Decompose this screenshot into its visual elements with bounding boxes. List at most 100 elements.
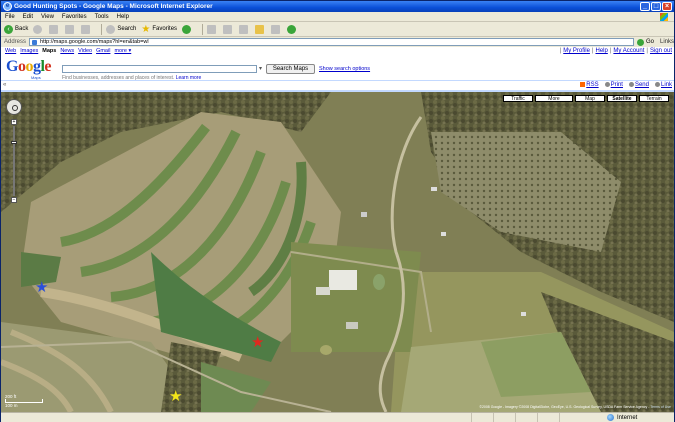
satellite-imagery [1, 92, 674, 412]
folder-icon [255, 24, 265, 34]
favorites-button[interactable]: ★ Favorites [141, 23, 177, 35]
terms-of-use-link[interactable]: Terms of Use [650, 405, 671, 409]
map-marker-blue-star[interactable]: ★ [35, 280, 48, 295]
toolbar-divider [202, 23, 204, 35]
title-bar[interactable]: e Good Hunting Spots - Google Maps - Mic… [1, 1, 674, 12]
print-button[interactable] [223, 24, 234, 34]
status-cells [471, 413, 581, 422]
my-profile-link[interactable]: My Profile [563, 48, 590, 54]
address-bar: Address http://maps.google.com/maps?hl=e… [1, 37, 674, 47]
gbar-web[interactable]: Web [5, 48, 16, 54]
messenger-button[interactable] [287, 24, 298, 34]
history-button[interactable] [182, 24, 193, 34]
link-icon [654, 82, 660, 87]
security-zone: Internet [607, 414, 637, 421]
terrain-button[interactable]: Terrain [639, 95, 669, 102]
map-marker-yellow-star[interactable]: ★ [169, 389, 182, 404]
forward-arrow-icon [33, 24, 43, 34]
link-link[interactable]: Link [654, 82, 672, 88]
map-button[interactable]: Map [575, 95, 605, 102]
help-link[interactable]: Help [595, 48, 607, 54]
messenger-icon [287, 24, 297, 34]
favorites-star-icon: ★ [141, 23, 151, 35]
home-icon [81, 24, 91, 34]
sign-out-link[interactable]: Sign out [650, 48, 672, 54]
print-icon [604, 82, 610, 87]
zoom-in-button[interactable]: + [11, 119, 17, 125]
zoom-slider[interactable] [11, 126, 17, 196]
edit-icon [239, 24, 249, 34]
search-input[interactable] [62, 65, 257, 73]
user-links: | My Profile | Help | My Account | Sign out [559, 48, 672, 54]
refresh-icon [65, 24, 75, 34]
zoom-slider-handle[interactable] [11, 141, 17, 144]
page-content: Web Images Maps News Video Gmail more ▾ … [1, 47, 674, 412]
print-link[interactable]: Print [604, 82, 623, 88]
go-button[interactable]: Go [636, 38, 654, 46]
stop-button[interactable] [49, 24, 60, 34]
menu-favorites[interactable]: Favorites [62, 14, 87, 20]
satellite-map[interactable]: ★ ★ ★ + − Traffic More Map Satellite Ter… [1, 92, 674, 412]
internet-globe-icon [607, 414, 614, 421]
zoom-out-button[interactable]: − [11, 197, 17, 203]
menu-file[interactable]: File [5, 14, 15, 20]
go-arrow-icon [636, 38, 644, 46]
toolbar-divider [101, 23, 103, 35]
page-tools: RSS Print Send Link [580, 82, 672, 88]
search-icon [106, 24, 116, 34]
send-link[interactable]: Send [628, 82, 649, 88]
address-input[interactable]: http://maps.google.com/maps?hl=en&tab=wl [29, 38, 634, 46]
status-bar: Internet [1, 412, 674, 422]
windows-logo-icon [660, 13, 668, 21]
close-button[interactable]: × [662, 2, 672, 11]
research-button[interactable] [271, 24, 282, 34]
my-account-link[interactable]: My Account [613, 48, 644, 54]
refresh-button[interactable] [65, 24, 76, 34]
gbar-gmail[interactable]: Gmail [96, 48, 110, 54]
mail-button[interactable] [207, 24, 218, 34]
send-icon [628, 82, 634, 87]
edit-button[interactable] [239, 24, 250, 34]
gbar-maps: Maps [42, 48, 57, 54]
menu-view[interactable]: View [41, 14, 54, 20]
menu-help[interactable]: Help [117, 14, 129, 20]
zoom-control: + − [11, 119, 17, 209]
maximize-button[interactable]: □ [651, 2, 661, 11]
folder-button[interactable] [255, 24, 266, 34]
browser-window: e Good Hunting Spots - Google Maps - Mic… [0, 0, 675, 422]
mail-icon [207, 24, 217, 34]
window-title: Good Hunting Spots - Google Maps - Micro… [14, 3, 213, 10]
home-button[interactable] [81, 24, 92, 34]
more-button[interactable]: More [535, 95, 573, 102]
minimize-button[interactable]: _ [640, 2, 650, 11]
search-dropdown-icon[interactable]: ▾ [259, 65, 262, 72]
traffic-button[interactable]: Traffic [503, 95, 533, 102]
gbar-video[interactable]: Video [78, 48, 92, 54]
rss-icon [580, 82, 586, 87]
toolbar: ‹ Back Search ★ Favorites [1, 22, 674, 37]
address-label: Address [4, 39, 27, 45]
satellite-button[interactable]: Satellite [607, 95, 637, 102]
back-arrow-icon: ‹ [4, 24, 13, 34]
back-button[interactable]: ‹ Back [4, 24, 28, 34]
gbar-more[interactable]: more ▾ [114, 48, 131, 54]
links-button[interactable]: Links [660, 39, 674, 45]
map-type-controls: Traffic More Map Satellite Terrain [503, 95, 669, 102]
pan-control[interactable] [6, 99, 22, 115]
map-marker-red-star[interactable]: ★ [251, 335, 264, 350]
printer-icon [223, 24, 233, 34]
research-icon [271, 24, 281, 34]
menu-edit[interactable]: Edit [23, 14, 33, 20]
gbar-news[interactable]: News [60, 48, 74, 54]
search-maps-button[interactable]: Search Maps [266, 64, 315, 74]
collapse-panel-icon[interactable]: « [3, 82, 8, 88]
show-search-options-link[interactable]: Show search options [319, 66, 370, 72]
history-icon [182, 24, 192, 34]
menu-bar: File Edit View Favorites Tools Help [1, 12, 674, 22]
menu-tools[interactable]: Tools [95, 14, 109, 20]
search-button[interactable]: Search [106, 24, 136, 34]
gbar-images[interactable]: Images [20, 48, 38, 54]
rss-link[interactable]: RSS [580, 82, 599, 88]
google-maps-logo[interactable]: Google [6, 58, 51, 76]
forward-button[interactable] [33, 24, 44, 34]
